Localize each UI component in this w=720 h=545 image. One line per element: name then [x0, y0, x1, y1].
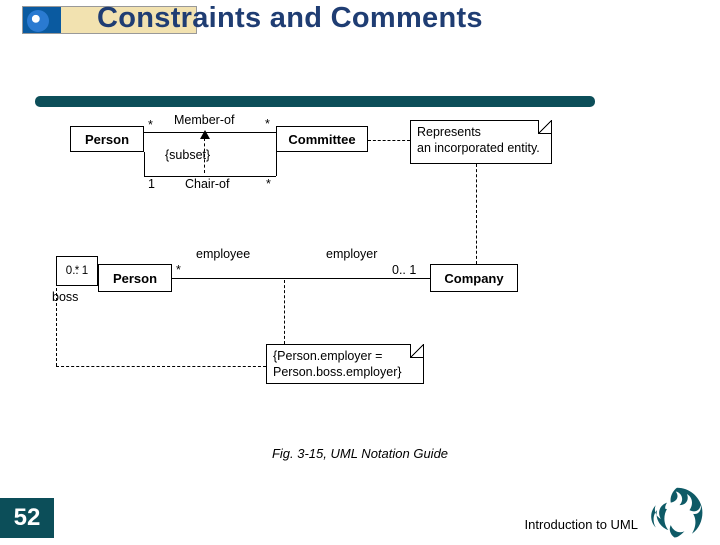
self-assoc-multiplicities: * 0.. 1: [56, 256, 98, 286]
mult-member-of-left: *: [148, 118, 153, 132]
title-underline-bar: [35, 96, 595, 107]
mult-employee: *: [176, 263, 181, 277]
mult-employer: 0.. 1: [392, 263, 416, 277]
note-self-link-v: [56, 288, 57, 366]
class-company: Company: [430, 264, 518, 292]
note-self-link-h: [56, 366, 266, 367]
figure-caption: Fig. 3-15, UML Notation Guide: [0, 446, 720, 461]
constraint-subset: {subset}: [165, 148, 210, 162]
assoc-chair-of-right-drop: [276, 152, 277, 176]
note-assoc-link: [284, 280, 285, 344]
mult-chair-of-right: *: [266, 177, 271, 191]
assoc-chair-of-label: Chair-of: [185, 177, 229, 191]
note-committee-link1: [368, 140, 410, 141]
assoc-chair-of-left-drop: [144, 152, 145, 176]
assoc-employment-line: [172, 278, 430, 279]
role-employee: employee: [196, 247, 250, 261]
note-dogear-icon-2: [410, 344, 424, 358]
subset-arrowhead-icon: [200, 130, 210, 139]
slide-title: Constraints and Comments: [97, 2, 483, 35]
dragon-logo-icon: [644, 484, 710, 540]
note-incorporated: Representsan incorporated entity.: [410, 120, 552, 164]
note-employer-text: {Person.employer =Person.boss.employer}: [273, 349, 402, 380]
assoc-member-of-label: Member-of: [174, 113, 234, 127]
assoc-member-of-line: [144, 132, 276, 133]
class-committee: Committee: [276, 126, 368, 152]
note-dogear-icon: [538, 120, 552, 134]
class-person-top: Person: [70, 126, 144, 152]
page-number: 52: [0, 498, 54, 538]
self-bottom-mult: 0.. 1: [66, 265, 88, 278]
uml-diagram: Person Committee * Member-of * 1 Chair-o…: [70, 120, 630, 420]
footer-intro-text: Introduction to UML: [525, 517, 638, 532]
note-employer-constraint: {Person.employer =Person.boss.employer}: [266, 344, 424, 384]
role-employer: employer: [326, 247, 377, 261]
note-incorporated-text: Representsan incorporated entity.: [417, 125, 540, 156]
mult-chair-of-left: 1: [148, 177, 155, 191]
mult-member-of-right: *: [265, 117, 270, 131]
class-person-mid: Person: [98, 264, 172, 292]
note-company-link: [476, 164, 477, 264]
